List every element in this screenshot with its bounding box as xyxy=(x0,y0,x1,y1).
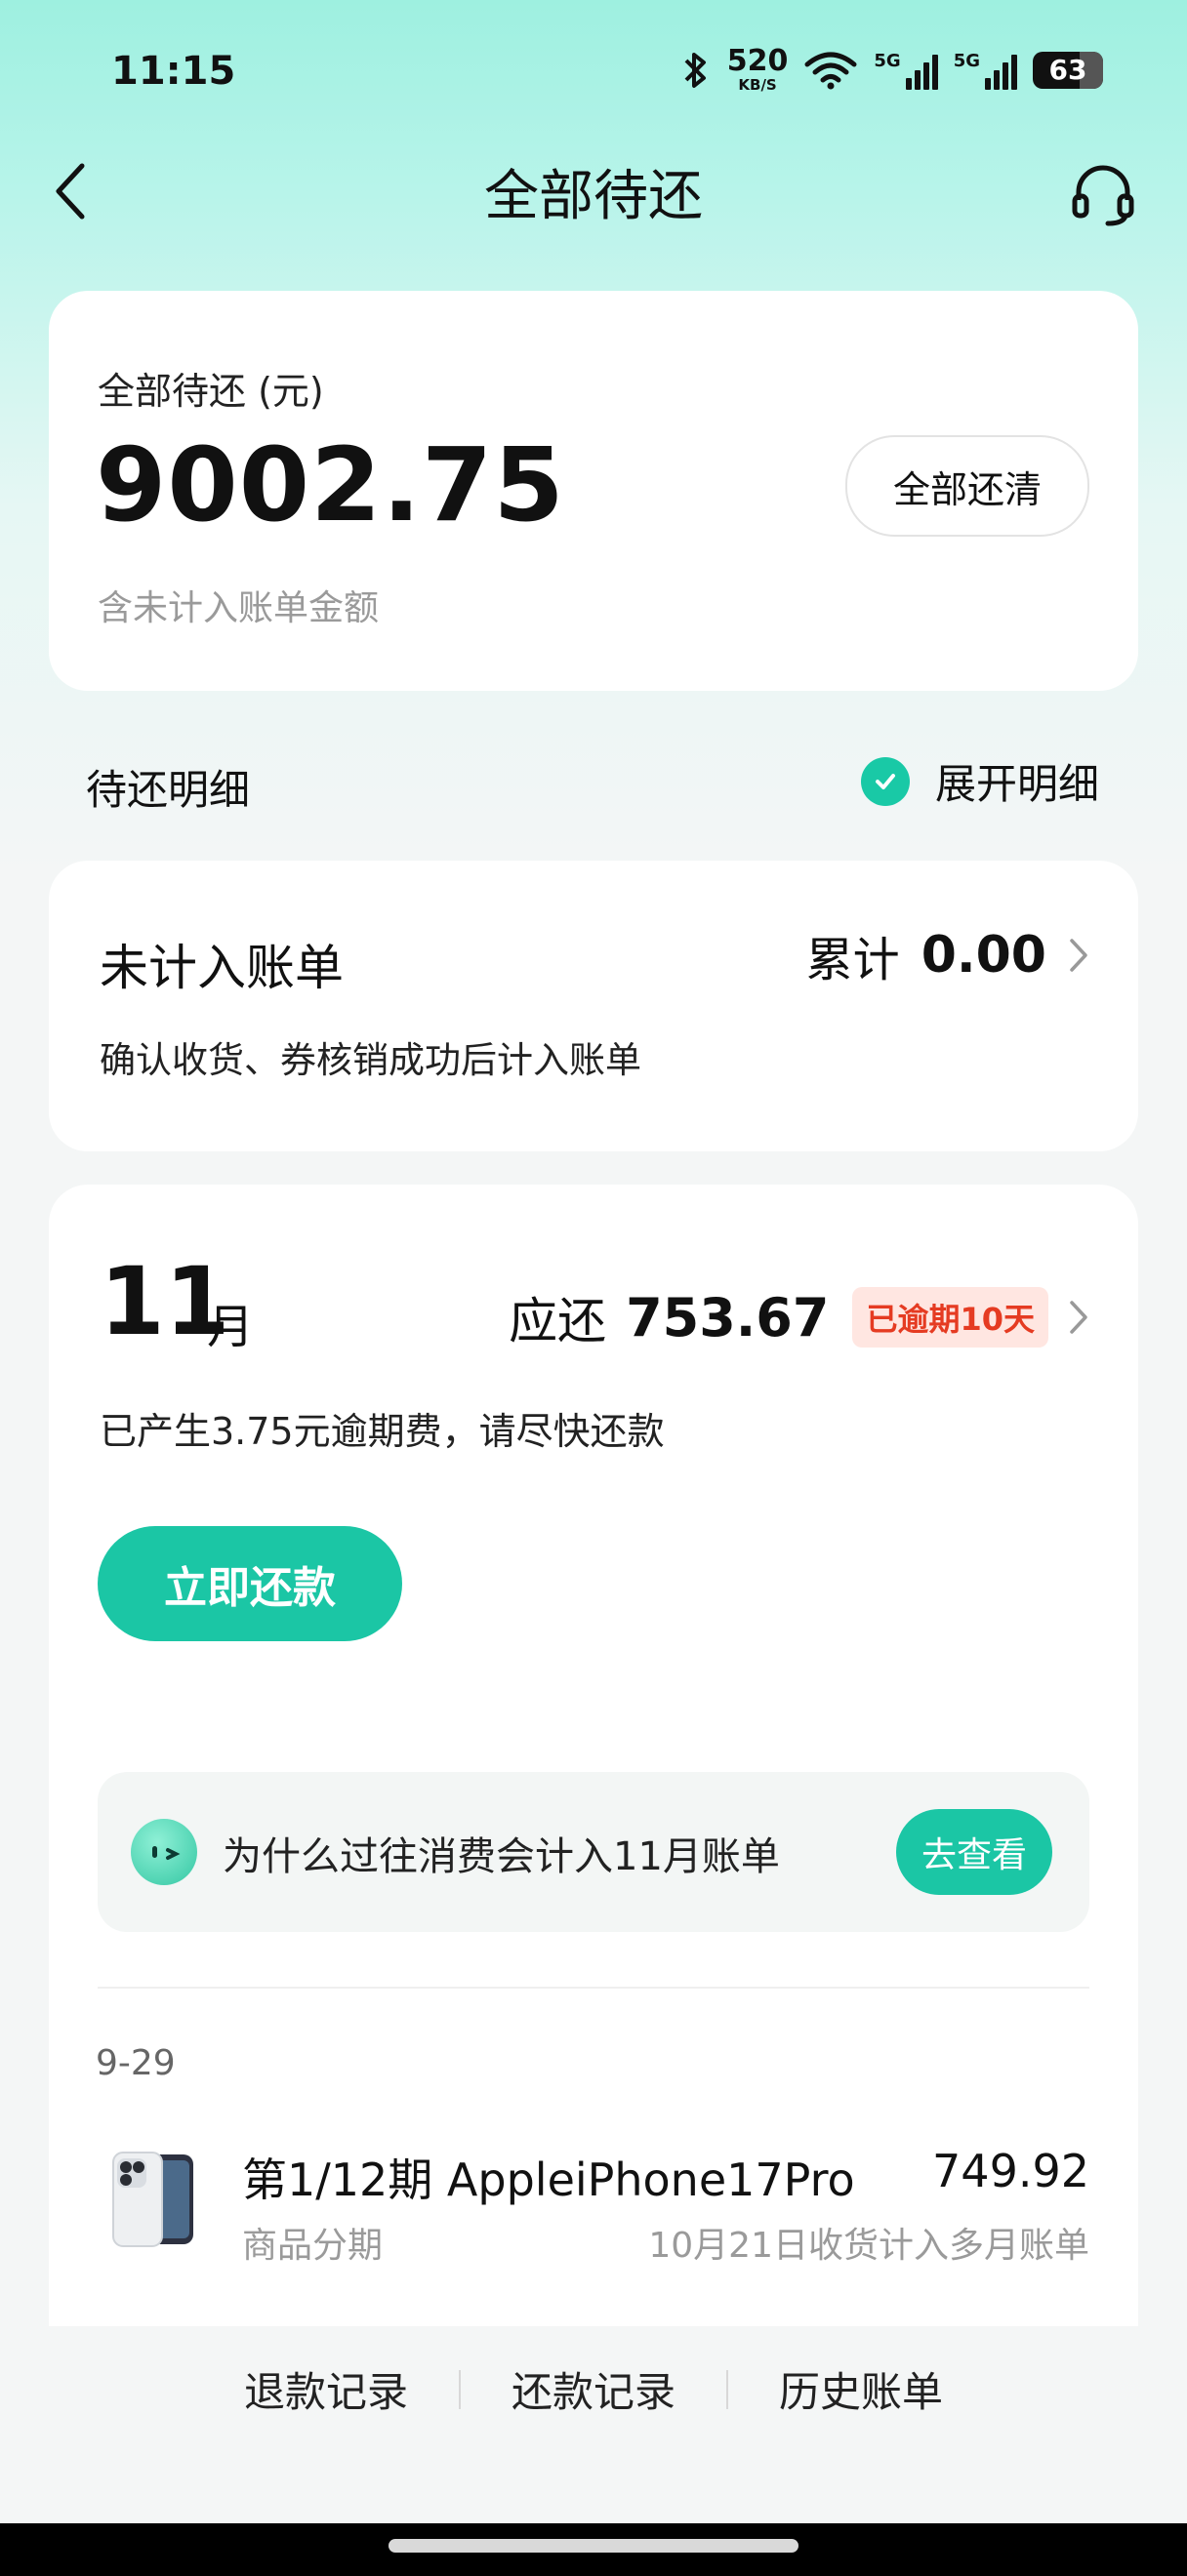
battery-level: 63 xyxy=(1048,54,1087,86)
link-separator xyxy=(458,2369,461,2409)
network-speed-value: 520 xyxy=(726,44,789,78)
unbilled-total: 累计 0.00 xyxy=(806,921,1089,989)
bluetooth-icon xyxy=(684,52,706,88)
history-bills-link[interactable]: 历史账单 xyxy=(779,2359,943,2419)
headset-icon xyxy=(1072,165,1134,226)
refund-records-link[interactable]: 退款记录 xyxy=(244,2359,408,2419)
pay-now-button[interactable]: 立即还款 xyxy=(98,1526,402,1641)
home-indicator[interactable] xyxy=(389,2539,798,2553)
month-bill-card: 11 月 应还 753.67 已逾期10天 已产生3.75元逾期费，请尽快还款 … xyxy=(49,1185,1138,2326)
repayment-records-link[interactable]: 还款记录 xyxy=(512,2359,675,2419)
mascot-icon xyxy=(131,1819,197,1885)
expand-details-label: 展开明细 xyxy=(934,760,1099,808)
link-separator xyxy=(726,2369,728,2409)
cell-signal-1-label: 5G xyxy=(874,50,901,71)
network-speed: 520 KB/S xyxy=(727,47,789,93)
amount-due-value: 753.67 xyxy=(626,1286,830,1348)
order-amount: 749.92 xyxy=(932,2145,1089,2197)
summary-note: 含未计入账单金额 xyxy=(98,588,380,628)
cell-signal-2-label: 5G xyxy=(953,50,980,71)
order-title[interactable]: 第1/12期 AppleiPhone17Pro xyxy=(242,2145,855,2209)
bill-tip-banner: 为什么过往消费会计入11月账单 去查看 xyxy=(98,1772,1089,1932)
section-title: 待还明细 xyxy=(86,766,251,814)
unbilled-total-value: 0.00 xyxy=(921,926,1046,985)
network-speed-unit: KB/S xyxy=(738,76,777,94)
chevron-right-icon xyxy=(1070,939,1087,972)
summary-label: 全部待还 (元) xyxy=(98,370,324,413)
bill-tip-text: 为什么过往消费会计入11月账单 xyxy=(223,1834,780,1879)
product-thumbnail[interactable] xyxy=(109,2151,197,2248)
battery-icon: 63 xyxy=(1033,51,1103,89)
view-tip-button[interactable]: 去查看 xyxy=(896,1809,1052,1895)
unbilled-description: 确认收货、券核销成功后计入账单 xyxy=(100,1039,641,1081)
chevron-right-icon xyxy=(1070,1301,1087,1334)
divider xyxy=(98,1987,1089,1989)
summary-amount: 9002.75 xyxy=(96,425,565,544)
expand-details-toggle[interactable]: 展开明细 xyxy=(860,751,1099,811)
cell-signal-2-icon: 5G xyxy=(954,51,1017,90)
summary-card: 全部待还 (元) 9002.75 含未计入账单金额 全部还清 xyxy=(49,291,1138,691)
amount-due-label: 应还 xyxy=(509,1293,607,1349)
pay-off-all-button[interactable]: 全部还清 xyxy=(845,435,1089,537)
bill-month-unit: 月 xyxy=(207,1300,255,1354)
bottom-links: 退款记录 还款记录 历史账单 xyxy=(0,2359,1187,2419)
unbilled-title: 未计入账单 xyxy=(100,940,344,996)
amount-due-row[interactable]: 应还 753.67 已逾期10天 xyxy=(509,1282,1089,1352)
customer-service-button[interactable] xyxy=(1064,156,1142,234)
unbilled-card[interactable]: 未计入账单 累计 0.00 确认收货、券核销成功后计入账单 xyxy=(49,861,1138,1151)
page-title: 全部待还 xyxy=(484,165,703,228)
wifi-icon xyxy=(804,52,857,89)
overdue-notice: 已产生3.75元逾期费，请尽快还款 xyxy=(100,1410,665,1453)
cell-signal-1-icon: 5G xyxy=(874,50,938,90)
unbilled-total-label: 累计 xyxy=(805,933,900,987)
overdue-badge: 已逾期10天 xyxy=(852,1287,1048,1348)
check-icon xyxy=(860,756,910,806)
order-type: 商品分期 xyxy=(242,2226,384,2266)
order-note: 10月21日收货计入多月账单 xyxy=(648,2226,1089,2266)
status-time: 11:15 xyxy=(111,49,236,94)
status-icons: 520 KB/S 5G 5G 63 xyxy=(678,47,1103,93)
order-date: 9-29 xyxy=(96,2043,176,2083)
